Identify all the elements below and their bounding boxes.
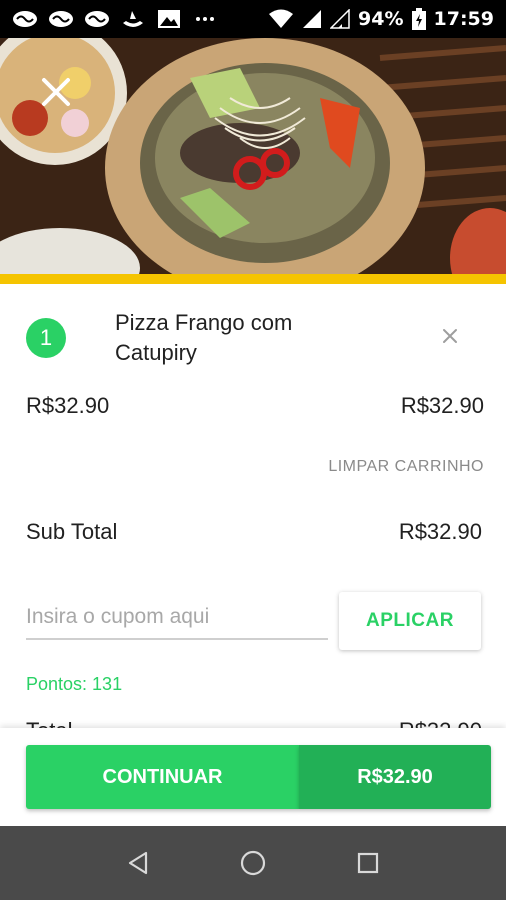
apply-coupon-button[interactable]: APLICAR [339,592,481,650]
home-icon [240,850,266,876]
status-bar: 94% 17:59 [0,0,506,38]
app-notification-icon [120,9,146,29]
system-status: 94% 17:59 [268,8,494,30]
remove-item-button[interactable] [436,322,464,350]
gallery-notification-icon [156,9,182,29]
battery-charging-icon [411,8,426,30]
close-icon [42,78,70,106]
clock: 17:59 [433,8,494,30]
home-button[interactable] [233,843,273,883]
battery-percent: 94% [358,8,404,30]
app-notification-icon [84,9,110,29]
more-notifications-icon [192,9,218,29]
app-notification-icon [48,9,74,29]
back-button[interactable] [118,843,158,883]
app-notification-icon [12,9,38,29]
android-nav-bar [0,826,506,900]
wifi-icon [269,9,294,28]
signal-icon [303,10,322,28]
subtotal-value: R$32.90 [398,519,482,544]
checkout-price-button[interactable]: R$32.90 [299,745,491,809]
points-label: Pontos: 131 [26,674,123,694]
recents-button[interactable] [348,843,388,883]
close-icon [443,329,457,343]
signal-weak-icon [330,9,350,29]
item-name: Pizza Frango com Catupiry [115,310,293,365]
clear-cart-button[interactable]: LIMPAR CARRINHO [328,458,484,476]
continue-button[interactable]: CONTINUAR [26,745,299,809]
accent-stripe [0,274,506,284]
coupon-input[interactable] [26,600,328,640]
back-icon [128,851,147,875]
notification-icons [12,9,218,29]
item-unit-price: R$32.90 [26,393,110,418]
subtotal-label: Sub Total [26,519,118,544]
recents-icon [358,852,379,874]
item-total-price: R$32.90 [400,393,484,418]
item-quantity-badge: 1 [26,318,66,358]
close-button[interactable] [36,72,76,112]
